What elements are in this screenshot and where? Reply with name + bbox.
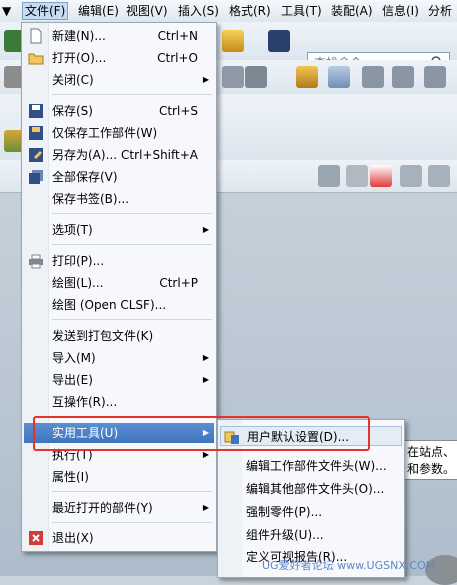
menu-item-print[interactable]: 打印(P)... (24, 251, 214, 271)
menu-separator (52, 244, 212, 245)
snap-icon[interactable] (318, 165, 340, 187)
submenu-arrow-icon: ▶ (202, 75, 209, 84)
menu-assembly[interactable]: 装配(A) (329, 3, 375, 19)
menu-item-export[interactable]: 导出(E) ▶ (24, 370, 214, 390)
menu-item-send-to-package[interactable]: 发送到打包文件(K) (24, 326, 214, 346)
assembly-icon[interactable] (296, 66, 318, 88)
menu-item-properties[interactable]: 属性(I) (24, 467, 214, 487)
watermark: UG爱好者论坛 www.UGSNX.COM (262, 559, 436, 572)
menu-item-plot-clsf[interactable]: 绘图 (Open CLSF)... (24, 295, 214, 315)
menu-item-import[interactable]: 导入(M) ▶ (24, 348, 214, 368)
menu-separator (52, 94, 212, 95)
menubar-icon[interactable]: ▼ (0, 3, 13, 19)
menu-item-interop[interactable]: 互操作(R)... (24, 392, 214, 412)
menu-item-save-as[interactable]: 另存为(A)... Ctrl+Shift+A (24, 145, 214, 165)
info-icon[interactable] (268, 30, 290, 52)
exit-icon (29, 531, 43, 545)
save-work-part-icon (29, 126, 43, 140)
submenu-arrow-icon: ▶ (202, 375, 209, 384)
menu-item-plot[interactable]: 绘图(L)... Ctrl+P (24, 273, 214, 293)
menu-separator (52, 491, 212, 492)
menu-item-exit[interactable]: 退出(X) (24, 528, 214, 548)
submenu-arrow-icon: ▶ (202, 353, 209, 362)
menu-file[interactable]: 文件(F) (22, 2, 69, 20)
menu-tools[interactable]: 工具(T) (279, 3, 324, 19)
menu-item-force-part[interactable]: 强制零件(P)... (220, 502, 402, 522)
save-icon (29, 104, 43, 118)
pointer-icon[interactable] (428, 165, 450, 187)
tool-icon[interactable] (245, 66, 267, 88)
menu-item-recent-parts[interactable]: 最近打开的部件(Y) ▶ (24, 498, 214, 518)
tooltip: 在站点、 和参数。 (400, 440, 457, 480)
annotation-highlight-box (33, 416, 370, 451)
printer-icon (29, 254, 43, 269)
save-all-icon (29, 170, 43, 184)
menu-info[interactable]: 信息(I) (380, 3, 421, 19)
menu-item-open[interactable]: 打开(O)... Ctrl+O (24, 48, 214, 68)
shape-icon[interactable] (222, 66, 244, 88)
menu-separator (52, 213, 212, 214)
menu-item-save-work-part[interactable]: 仅保存工作部件(W) (24, 123, 214, 143)
menu-edit[interactable]: 编辑(E) (76, 3, 121, 19)
tooltip-line: 和参数。 (407, 462, 456, 476)
menu-view[interactable]: 视图(V) (124, 3, 170, 19)
menu-item-edit-work-part-header[interactable]: 编辑工作部件文件头(W)... (220, 456, 402, 476)
submenu-arrow-icon: ▶ (202, 225, 209, 234)
new-file-icon (30, 28, 42, 44)
component-icon[interactable] (328, 66, 350, 88)
menu-format[interactable]: 格式(R) (227, 3, 273, 19)
menu-item-save-bookmark[interactable]: 保存书签(B)... (24, 189, 214, 209)
menu-separator (52, 522, 212, 523)
menu-item-close[interactable]: 关闭(C) ▶ (24, 70, 214, 90)
menu-analysis[interactable]: 分析 (426, 3, 454, 19)
menu-item-edit-other-part-header[interactable]: 编辑其他部件文件头(O)... (220, 479, 402, 499)
curve-icon[interactable] (400, 165, 422, 187)
point-icon[interactable] (346, 165, 368, 187)
explode-icon[interactable] (424, 66, 446, 88)
menu-insert[interactable]: 插入(S) (176, 3, 221, 19)
submenu-arrow-icon: ▶ (202, 503, 209, 512)
mate-icon[interactable] (392, 66, 414, 88)
file-menu: 新建(N)... Ctrl+N 打开(O)... Ctrl+O 关闭(C) ▶ … (21, 22, 217, 552)
palette-icon[interactable] (222, 30, 244, 52)
tooltip-line: 在站点、 (407, 445, 456, 459)
menu-bar: ▼ 文件(F) 编辑(E) 视图(V) 插入(S) 格式(R) 工具(T) 装配… (0, 0, 457, 23)
menu-item-component-upgrade[interactable]: 组件升级(U)... (220, 525, 402, 545)
menu-item-new[interactable]: 新建(N)... Ctrl+N (24, 26, 214, 46)
menu-separator (52, 319, 212, 320)
save-as-icon (29, 148, 43, 162)
menu-item-save-all[interactable]: 全部保存(V) (24, 167, 214, 187)
constraint-icon[interactable] (362, 66, 384, 88)
open-folder-icon (28, 53, 44, 65)
menu-item-save[interactable]: 保存(S) Ctrl+S (24, 101, 214, 121)
menu-item-options[interactable]: 选项(T) ▶ (24, 220, 214, 240)
select-box-icon[interactable] (370, 165, 392, 187)
